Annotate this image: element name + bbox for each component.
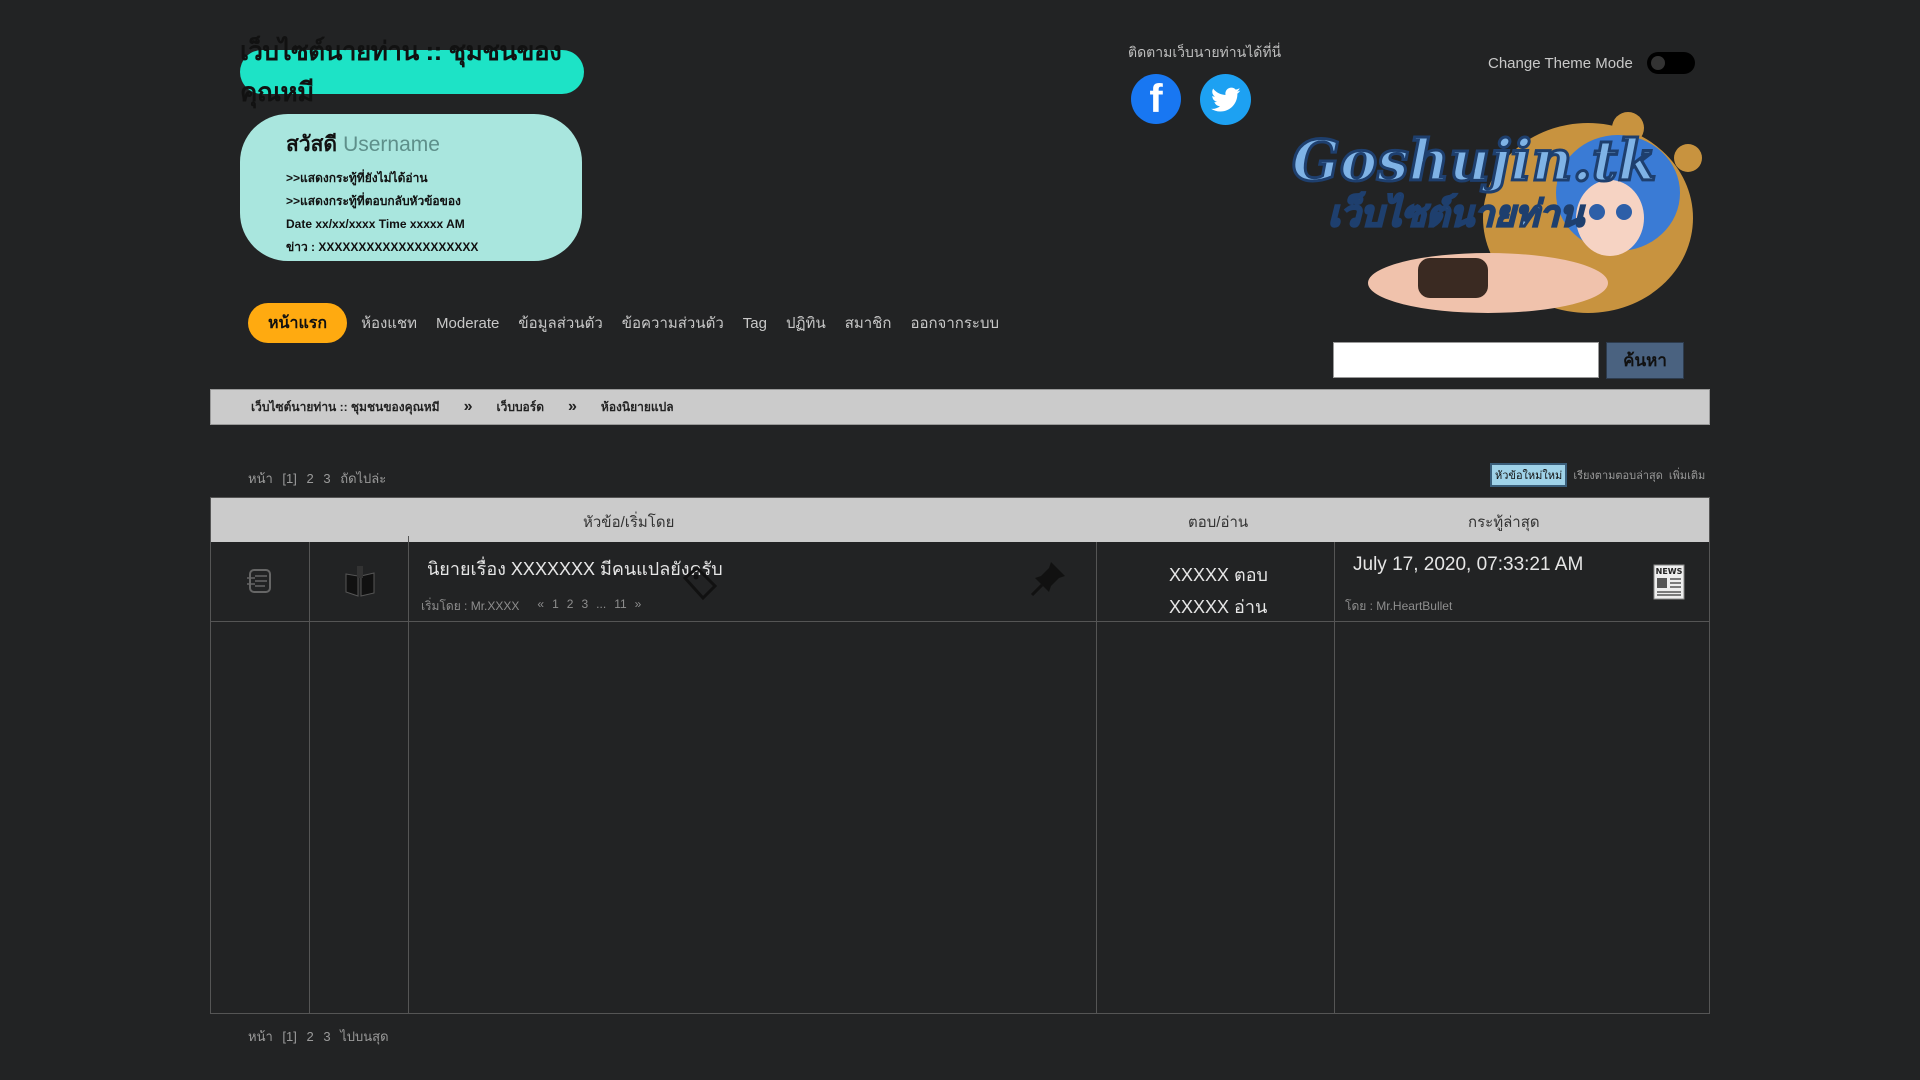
page-current: [1] bbox=[282, 1029, 297, 1044]
site-title[interactable]: เว็บไซต์นายท่าน :: ชุมชนของคุณหมี bbox=[240, 36, 584, 107]
main-nav: หน้าแรก ห้องแชท Moderate ข้อมูลส่วนตัว ข… bbox=[248, 303, 1018, 343]
breadcrumb-separator-icon: » bbox=[463, 398, 473, 415]
banner-subtitle: เว็บไซต์นายท่าน bbox=[1328, 192, 1585, 235]
sort-last-reply[interactable]: เรียงตามตอบล่าสุด bbox=[1573, 466, 1663, 484]
page-next-icon[interactable]: » bbox=[635, 597, 642, 616]
page-link[interactable]: 2 bbox=[306, 1029, 313, 1044]
theme-label: Change Theme Mode bbox=[1488, 54, 1633, 72]
replies-link[interactable]: >>แสดงกระทู้ที่ตอบกลับหัวข้อของ bbox=[286, 190, 582, 213]
banner-title: Goshujin.tk bbox=[1292, 128, 1657, 194]
news-icon[interactable]: NEWS bbox=[1653, 564, 1685, 600]
breadcrumb-separator-icon: » bbox=[568, 398, 577, 415]
facebook-icon[interactable]: f bbox=[1131, 74, 1181, 124]
topic-starter[interactable]: เริ่มโดย : Mr.XXXX bbox=[421, 597, 519, 616]
pagination-bottom: หน้า [1] 2 3 ไปบนสุด bbox=[248, 1026, 389, 1047]
greeting: สวัสดี Username bbox=[286, 128, 582, 161]
pin-icon bbox=[1030, 562, 1065, 597]
unread-posts-link[interactable]: >>แสดงกระทู้ที่ยังไม่ได้อ่าน bbox=[286, 167, 582, 190]
twitter-icon[interactable] bbox=[1200, 74, 1251, 125]
breadcrumb-home[interactable]: เว็บไซต์นายท่าน :: ชุมชนของคุณหมี bbox=[251, 398, 440, 417]
topic-type-icon bbox=[345, 566, 375, 597]
page-current: [1] bbox=[282, 471, 297, 486]
theme-switch: Change Theme Mode bbox=[1488, 52, 1695, 74]
sort-options: หัวข้อใหม่ใหม่ เรียงตามตอบล่าสุด เพิ่มเต… bbox=[1490, 463, 1711, 487]
nav-item-profile[interactable]: ข้อมูลส่วนตัว bbox=[518, 311, 602, 335]
page-next-link[interactable]: ถัดไปล่ะ bbox=[340, 471, 386, 486]
nav-item-moderate[interactable]: Moderate bbox=[436, 315, 499, 332]
page-label: หน้า bbox=[248, 471, 273, 486]
table-header: หัวข้อ/เริ่มโดย ตอบ/อ่าน กระทู้ล่าสุด bbox=[211, 498, 1709, 542]
datetime-text: Date xx/xx/xxxx Time xxxxx AM bbox=[286, 217, 465, 231]
topic-meta: เริ่มโดย : Mr.XXXX « 1 2 3 ... 11 » bbox=[421, 597, 649, 616]
sort-more[interactable]: เพิ่มเติม bbox=[1669, 466, 1705, 484]
news-icon-label: NEWS bbox=[1656, 567, 1683, 576]
last-post-author[interactable]: โดย : Mr.HeartBullet bbox=[1345, 597, 1452, 616]
greeting-text: สวัสดี bbox=[286, 133, 338, 156]
breadcrumb-webboard[interactable]: เว็บบอร์ด bbox=[496, 398, 544, 417]
header-topic[interactable]: หัวข้อ/เริ่มโดย bbox=[583, 510, 674, 534]
topic-title-link[interactable]: นิยายเรื่อง XXXXXXX มีคนแปลยังครับ bbox=[427, 554, 723, 583]
reply-view-counts: XXXXX ตอบ XXXXX อ่าน bbox=[1169, 559, 1268, 623]
tag-icon[interactable] bbox=[681, 564, 719, 602]
page-link[interactable]: 3 bbox=[323, 1029, 330, 1044]
view-count: XXXXX อ่าน bbox=[1169, 597, 1268, 617]
back-to-top-link[interactable]: ไปบนสุด bbox=[340, 1029, 388, 1044]
nav-item-calendar[interactable]: ปฏิทิน bbox=[786, 311, 826, 335]
nav-item-messages[interactable]: ข้อความส่วนตัว bbox=[622, 311, 724, 335]
page-label: หน้า bbox=[248, 1029, 273, 1044]
sort-newest[interactable]: หัวข้อใหม่ใหม่ bbox=[1490, 463, 1568, 487]
last-post-date[interactable]: July 17, 2020, 07:33:21 AM bbox=[1353, 554, 1583, 576]
table-row[interactable]: นิยายเรื่อง XXXXXXX มีคนแปลยังครับ เริ่ม… bbox=[211, 542, 1709, 622]
page-link[interactable]: 3 bbox=[323, 471, 330, 486]
theme-toggle[interactable] bbox=[1646, 52, 1695, 74]
header-last-post[interactable]: กระทู้ล่าสุด bbox=[1468, 510, 1540, 534]
breadcrumb-current[interactable]: ห้องนิยายแปล bbox=[601, 398, 674, 417]
topic-table: หัวข้อ/เริ่มโดย ตอบ/อ่าน กระทู้ล่าสุด นิ… bbox=[210, 497, 1710, 1014]
topic-page-link[interactable]: 11 bbox=[614, 597, 626, 616]
topic-page-link[interactable]: 3 bbox=[581, 597, 588, 616]
topic-page-ellipsis: ... bbox=[596, 597, 607, 611]
site-banner: Goshujin.tk เว็บไซต์นายท่าน bbox=[1291, 112, 1702, 313]
topic-status-icon bbox=[247, 569, 271, 593]
username[interactable]: Username bbox=[343, 133, 440, 156]
topic-page-link[interactable]: 1 bbox=[552, 597, 559, 616]
nav-item-chat[interactable]: ห้องแชท bbox=[361, 311, 417, 335]
pagination-top: หน้า [1] 2 3 ถัดไปล่ะ bbox=[248, 468, 386, 489]
news-text: ข่าว : XXXXXXXXXXXXXXXXXXXX bbox=[286, 240, 479, 254]
nav-item-members[interactable]: สมาชิก bbox=[845, 311, 892, 335]
breadcrumb: เว็บไซต์นายท่าน :: ชุมชนของคุณหมี » เว็บ… bbox=[210, 389, 1710, 425]
user-panel: สวัสดี Username >>แสดงกระทู้ที่ยังไม่ได้อ… bbox=[240, 114, 582, 261]
search-button[interactable]: ค้นหา bbox=[1606, 342, 1684, 379]
page-link[interactable]: 2 bbox=[306, 471, 313, 486]
page-prev-icon[interactable]: « bbox=[537, 597, 544, 616]
nav-item-logout[interactable]: ออกจากระบบ bbox=[910, 311, 999, 335]
social-caption: ติดตามเว็บนายท่านได้ที่นี่ bbox=[1128, 44, 1282, 60]
topic-page-link[interactable]: 2 bbox=[567, 597, 574, 616]
nav-item-tag[interactable]: Tag bbox=[743, 315, 767, 332]
reply-count: XXXXX ตอบ bbox=[1169, 565, 1268, 585]
header-replies[interactable]: ตอบ/อ่าน bbox=[1188, 510, 1248, 534]
nav-home-button[interactable]: หน้าแรก bbox=[248, 303, 348, 343]
search-input[interactable] bbox=[1333, 342, 1599, 378]
